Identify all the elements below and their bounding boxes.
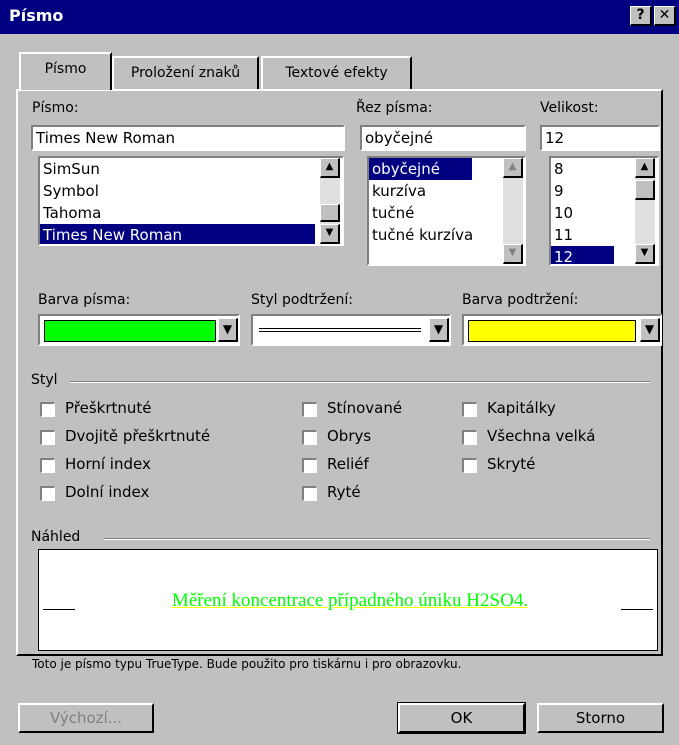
small-caps-label: Kapitálky (487, 399, 556, 417)
size-input[interactable]: 12 (540, 125, 660, 151)
font-color-swatch (44, 320, 216, 342)
tab-text-effects-label: Textové efekty (285, 65, 388, 81)
scroll-thumb[interactable] (635, 180, 655, 200)
superscript-checkbox[interactable] (40, 458, 55, 473)
font-list[interactable]: SimSun Symbol Tahoma Times New Roman (38, 156, 344, 246)
preview-baseline-left (43, 609, 75, 610)
list-item-selected[interactable]: 12 (551, 246, 614, 264)
chevron-down-icon[interactable]: ▼ (429, 318, 449, 342)
scroll-up-icon[interactable]: ▲ (320, 158, 340, 178)
scroll-down-icon[interactable]: ▼ (635, 244, 655, 264)
underline-style-line (259, 328, 421, 329)
engrave-checkbox[interactable] (302, 486, 317, 501)
chevron-down-icon[interactable]: ▼ (218, 318, 238, 342)
list-item[interactable]: SimSun (40, 158, 315, 180)
preview-text: Měření koncentrace případného úniku H2SO… (171, 590, 529, 611)
subscript-checkbox[interactable] (40, 486, 55, 501)
preview-box: Měření koncentrace případného úniku H2SO… (38, 549, 658, 651)
list-item[interactable]: tučné (369, 202, 524, 224)
double-strikethrough-checkbox[interactable] (40, 430, 55, 445)
engrave-label: Ryté (327, 483, 361, 501)
emboss-label: Reliéf (327, 455, 369, 473)
tab-spacing[interactable]: Proložení znaků (112, 56, 259, 90)
strikethrough-label: Přeškrtnuté (65, 399, 152, 417)
font-input[interactable]: Times New Roman (31, 125, 345, 151)
effects-group-label: Styl (31, 372, 58, 388)
list-item[interactable]: Tahoma (40, 202, 315, 224)
preview-divider (104, 538, 650, 540)
scroll-up-icon[interactable]: ▲ (503, 158, 523, 178)
hidden-checkbox[interactable] (462, 458, 477, 473)
subscript-label: Dolní index (65, 483, 150, 501)
style-input[interactable]: obyčejné (360, 125, 526, 151)
tab-text-effects[interactable]: Textové efekty (261, 56, 412, 90)
size-scrollbar[interactable]: ▲ ▼ (635, 158, 655, 264)
strikethrough-checkbox[interactable] (40, 402, 55, 417)
underline-color-combo[interactable]: ▼ (462, 314, 662, 346)
cancel-button[interactable]: Storno (537, 703, 664, 733)
list-item[interactable]: tučné kurzíva (369, 224, 524, 246)
default-button[interactable]: Výchozí... (18, 703, 154, 733)
underline-style-line (259, 331, 421, 332)
effects-divider (70, 381, 650, 383)
outline-checkbox[interactable] (302, 430, 317, 445)
list-item[interactable]: kurzíva (369, 180, 524, 202)
underline-color-swatch (468, 320, 636, 342)
font-type-note: Toto je písmo typu TrueType. Bude použit… (32, 657, 462, 671)
chevron-down-icon[interactable]: ▼ (640, 318, 660, 342)
list-item[interactable]: Symbol (40, 180, 315, 202)
size-label: Velikost: (540, 100, 599, 116)
list-item-selected[interactable]: obyčejné (369, 158, 472, 180)
hidden-label: Skryté (487, 455, 536, 473)
ok-button[interactable]: OK (397, 702, 526, 734)
preview-baseline-right (621, 609, 653, 610)
shadow-label: Stínované (327, 399, 403, 417)
font-color-label: Barva písma: (38, 292, 131, 308)
window-title: Písmo (9, 6, 64, 25)
all-caps-label: Všechna velká (487, 427, 596, 445)
font-scrollbar[interactable]: ▲ ▼ (320, 158, 340, 244)
scroll-down-icon[interactable]: ▼ (320, 224, 340, 244)
shadow-checkbox[interactable] (302, 402, 317, 417)
underline-color-label: Barva podtržení: (462, 292, 579, 308)
scroll-thumb[interactable] (320, 204, 340, 222)
superscript-label: Horní index (65, 455, 151, 473)
title-bar[interactable] (0, 0, 679, 34)
list-item-selected[interactable]: Times New Roman (40, 224, 315, 244)
underline-style-label: Styl podtržení: (251, 292, 354, 308)
help-button[interactable]: ? (630, 6, 652, 26)
emboss-checkbox[interactable] (302, 458, 317, 473)
small-caps-checkbox[interactable] (462, 402, 477, 417)
preview-group-label: Náhled (31, 529, 81, 545)
style-label: Řez písma: (356, 100, 433, 116)
scroll-down-icon[interactable]: ▼ (503, 244, 523, 264)
tab-font[interactable]: Písmo (19, 52, 112, 90)
font-color-combo[interactable]: ▼ (38, 314, 240, 346)
all-caps-checkbox[interactable] (462, 430, 477, 445)
font-label: Písmo: (32, 100, 79, 116)
scroll-up-icon[interactable]: ▲ (635, 158, 655, 178)
tab-spacing-label: Proložení znaků (130, 65, 241, 81)
close-button[interactable]: ✕ (654, 6, 676, 26)
style-scrollbar[interactable]: ▲ ▼ (503, 158, 523, 264)
underline-style-combo[interactable]: ▼ (251, 314, 451, 346)
outline-label: Obrys (327, 427, 372, 445)
double-strikethrough-label: Dvojitě přeškrtnuté (65, 427, 211, 445)
tab-font-label: Písmo (44, 61, 87, 77)
